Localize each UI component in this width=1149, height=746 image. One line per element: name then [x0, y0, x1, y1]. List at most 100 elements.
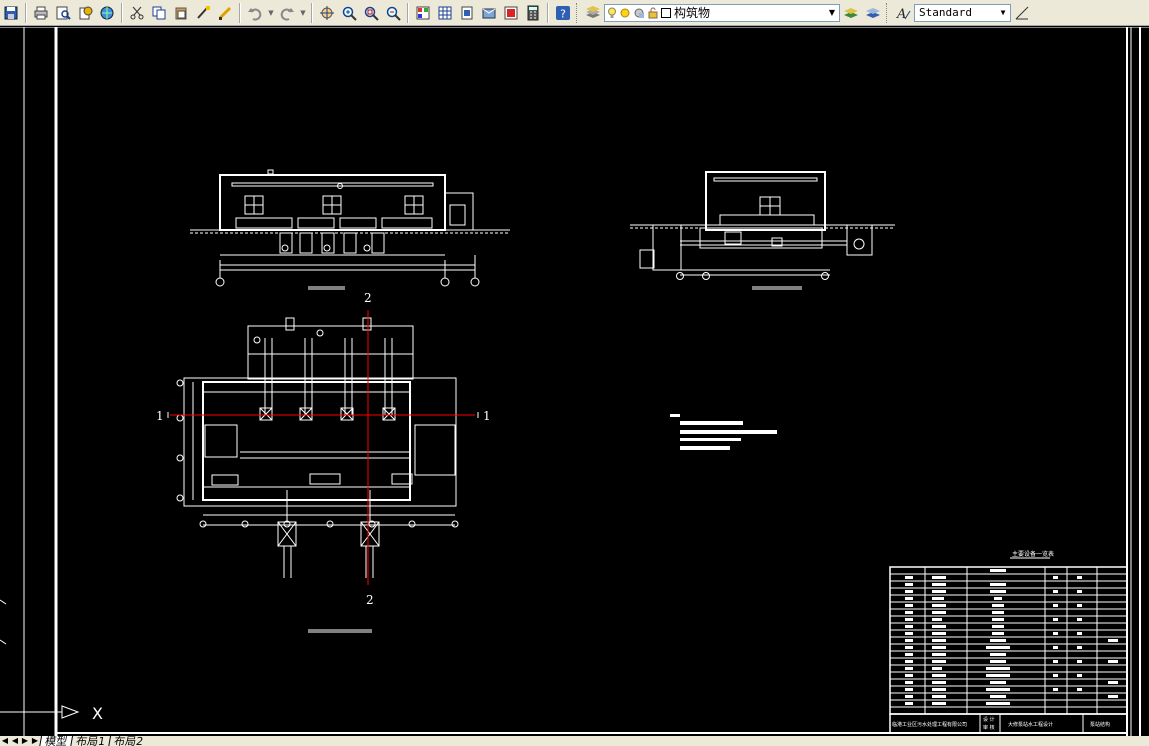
block-editor-button[interactable] — [215, 3, 235, 23]
sheet-set-button[interactable] — [479, 3, 499, 23]
next-tab-button[interactable]: ▶ — [20, 736, 30, 746]
title-block-company: 临港工业区污水处理工程有限公司 — [892, 721, 967, 728]
publish-button[interactable] — [75, 3, 95, 23]
magnify-page-icon — [56, 6, 71, 20]
toolbar-grip[interactable] — [886, 2, 890, 23]
layout-tab-bar: ◀ ◀ ▶ ▶ 模型 布局1 布局2 — [0, 736, 1149, 746]
text-style-button[interactable]: A — [893, 3, 913, 23]
view-tools — [316, 0, 404, 26]
redo-icon — [280, 7, 294, 21]
redo-dropdown[interactable]: ▼ — [299, 3, 307, 23]
text-style-name: Standard — [919, 6, 972, 19]
chevron-down-icon[interactable]: ▼ — [996, 5, 1010, 21]
file-tools — [0, 0, 118, 26]
undo-dropdown[interactable]: ▼ — [267, 3, 275, 23]
cut-button[interactable] — [127, 3, 147, 23]
markup-icon — [504, 6, 518, 19]
table-rows — [890, 573, 1127, 708]
undo-button[interactable] — [245, 3, 265, 23]
calculator-button[interactable] — [523, 3, 543, 23]
etransmit-button[interactable] — [97, 3, 117, 23]
svg-text:?: ? — [560, 7, 566, 20]
chevron-down-icon[interactable]: ▼ — [825, 5, 839, 21]
undo-tools: ▼ ▼ — [244, 0, 308, 26]
tool-palettes-button[interactable] — [457, 3, 477, 23]
lightbulb-icon — [608, 7, 616, 18]
svg-text:A: A — [896, 7, 906, 21]
elevation-view-1 — [190, 169, 510, 290]
paste-button[interactable] — [171, 3, 191, 23]
toolbar-grip[interactable] — [576, 2, 580, 23]
zoom-previous-button[interactable] — [383, 3, 403, 23]
first-tab-button[interactable]: ◀ — [0, 736, 10, 746]
make-layer-current-icon — [844, 7, 858, 18]
make-current-layer-button[interactable] — [841, 3, 861, 23]
text-style-icon: A — [896, 7, 911, 21]
separator — [239, 2, 241, 23]
calculator-icon — [527, 5, 539, 20]
print-icon — [34, 6, 48, 19]
layer-previous-button[interactable] — [863, 3, 883, 23]
design-center-button[interactable] — [435, 3, 455, 23]
save-icon — [4, 6, 18, 19]
section-2-bottom-label: 2 — [366, 593, 374, 607]
section-view-2 — [630, 171, 895, 290]
layer-name: 构筑物 — [674, 6, 711, 20]
title-block-project: 大修泵站水工程设计 — [1008, 721, 1053, 728]
pan-hand-icon — [320, 5, 334, 20]
plot-preview-button[interactable] — [53, 3, 73, 23]
model-space-canvas[interactable]: X 1 1 2 2 主要设备一览表 临港工业区污水处理工程有限公司 设 计 审 … — [0, 27, 1149, 736]
title-block-sheet: 泵站结构 — [1090, 721, 1110, 728]
title-block-review-label: 审 核 — [983, 724, 995, 731]
tool-palette-icon — [461, 6, 473, 19]
standard-toolbar: ▼ ▼ ? 构筑物 ▼ A Standard ▼ — [0, 0, 1149, 26]
section-1-right-label: 1 — [483, 409, 491, 423]
dimension-style-button[interactable] — [1012, 3, 1032, 23]
title-block-design-label: 设 计 — [983, 716, 995, 723]
tab-layout2[interactable]: 布局2 — [107, 736, 149, 746]
tab-model[interactable]: 模型 — [38, 736, 73, 746]
undo-icon — [248, 7, 262, 21]
separator — [311, 2, 313, 23]
separator — [547, 2, 549, 23]
properties-icon — [416, 6, 430, 19]
equipment-table: 主要设备一览表 — [889, 550, 1128, 734]
globe-icon — [100, 6, 114, 19]
layer-dropdown[interactable]: 构筑物 ▼ — [604, 3, 840, 22]
viewport-freeze-icon — [634, 8, 644, 18]
zoom-previous-icon — [386, 6, 401, 21]
save-button[interactable] — [1, 3, 21, 23]
zoom-realtime-icon — [342, 6, 357, 21]
notes-block — [670, 414, 777, 450]
print-button[interactable] — [31, 3, 51, 23]
match-properties-button[interactable] — [193, 3, 213, 23]
table-title: 主要设备一览表 — [1012, 550, 1054, 558]
copy-button[interactable] — [149, 3, 169, 23]
title-block-text: 临港工业区污水处理工程有限公司 设 计 审 核 大修泵站水工程设计 泵站结构 — [892, 716, 1110, 731]
zoom-window-button[interactable] — [361, 3, 381, 23]
zoom-realtime-button[interactable] — [339, 3, 359, 23]
properties-button[interactable] — [413, 3, 433, 23]
layer-color-swatch-icon — [661, 7, 671, 18]
pan-button[interactable] — [317, 3, 337, 23]
separator — [407, 2, 409, 23]
section-markers: 1 1 2 2 — [156, 291, 491, 607]
unlock-icon — [648, 7, 658, 18]
scissors-icon — [130, 6, 144, 19]
publish-icon — [79, 6, 93, 19]
drawing-svg: X 1 1 2 2 主要设备一览表 临港工业区污水处理工程有限公司 设 计 审 … — [0, 27, 1149, 736]
prev-tab-button[interactable]: ◀ — [10, 736, 20, 746]
design-center-icon — [438, 6, 452, 19]
zoom-window-icon — [364, 6, 379, 21]
text-style-dropdown[interactable]: Standard ▼ — [914, 3, 1011, 22]
clipboard-icon — [175, 7, 187, 19]
redo-button[interactable] — [277, 3, 297, 23]
pencil-icon — [218, 6, 232, 20]
help-button[interactable]: ? — [553, 3, 573, 23]
palette-tools — [412, 0, 544, 26]
separator — [121, 2, 123, 23]
tab-layout1[interactable]: 布局1 — [69, 736, 111, 746]
layer-properties-button[interactable] — [583, 3, 603, 23]
layer-state-icons — [605, 7, 674, 19]
markup-button[interactable] — [501, 3, 521, 23]
